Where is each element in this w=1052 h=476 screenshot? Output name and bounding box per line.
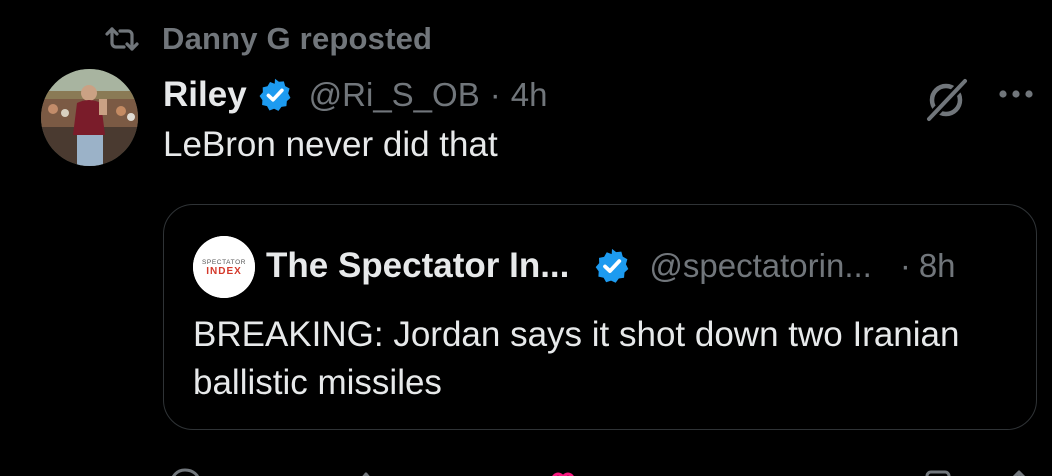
grok-icon[interactable] <box>922 74 972 124</box>
reply-icon[interactable] <box>165 466 205 476</box>
quoted-post-timestamp[interactable]: 8h <box>919 247 956 285</box>
repost-action-icon[interactable] <box>357 466 397 476</box>
bookmark-icon[interactable] <box>919 466 959 476</box>
quoted-post-card[interactable]: SPECTATOR INDEX The Spectator In... @spe… <box>163 204 1037 430</box>
like-icon[interactable] <box>543 466 583 476</box>
author-handle[interactable]: @Ri_S_OB <box>309 76 480 114</box>
timeline-post[interactable]: Danny G reposted Riley @Ri_S_OB · 4h LeB… <box>0 0 1052 476</box>
quoted-author-handle[interactable]: @spectatorin... <box>649 247 871 285</box>
share-icon[interactable] <box>999 466 1039 476</box>
verified-badge-icon[interactable] <box>257 77 293 113</box>
quoted-avatar[interactable]: SPECTATOR INDEX <box>193 236 255 298</box>
post-text: LeBron never did that <box>163 125 498 164</box>
author-name[interactable]: Riley <box>163 75 247 115</box>
quoted-post-text: BREAKING: Jordan says it shot down two I… <box>193 315 960 402</box>
avatar[interactable] <box>41 69 138 166</box>
post-actions <box>163 462 1037 476</box>
views-icon[interactable] <box>733 466 773 476</box>
separator-dot: · <box>899 247 911 284</box>
more-icon[interactable] <box>998 88 1034 100</box>
post-header: Riley @Ri_S_OB · 4h <box>163 72 547 118</box>
spectator-index-logo: SPECTATOR INDEX <box>193 236 255 298</box>
svg-text:SPECTATOR: SPECTATOR <box>202 259 246 266</box>
separator-dot: · <box>489 76 501 113</box>
post-timestamp[interactable]: 4h <box>511 76 548 114</box>
repost-context[interactable]: Danny G reposted <box>104 20 432 58</box>
quoted-post-header: The Spectator In... @spectatorin... · 8h <box>266 243 956 289</box>
quoted-author-name[interactable]: The Spectator In... <box>266 246 569 286</box>
repost-label: Danny G reposted <box>162 21 433 56</box>
svg-text:INDEX: INDEX <box>206 266 242 277</box>
verified-badge-icon[interactable] <box>593 247 631 285</box>
avatar-photo <box>41 69 138 166</box>
repost-icon <box>105 27 139 51</box>
